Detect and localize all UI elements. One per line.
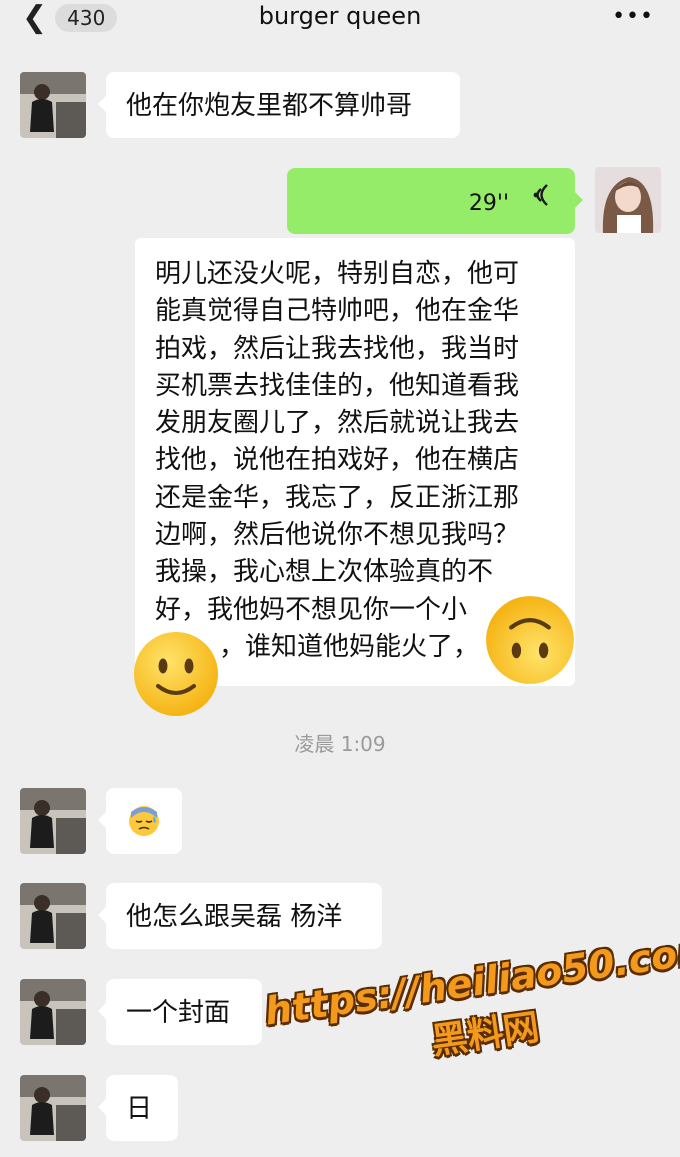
transcript-line: 还是金华，我忘了，反正浙江那: [155, 482, 520, 513]
voice-duration: 29'': [468, 191, 509, 216]
transcript-line: 边啊，然后他说你不想见我吗？: [155, 520, 520, 551]
voice-wave-icon: [533, 184, 548, 206]
self-avatar[interactable]: [595, 167, 661, 233]
chat-title: burger queen: [258, 2, 422, 30]
downcast-sweat-face-icon: [129, 806, 159, 836]
message-bubble[interactable]: 日: [98, 1075, 178, 1141]
message-text: 他在你炮友里都不算帅哥: [126, 91, 413, 121]
transcript-line: 明儿还没火呢，特别自恋，他可: [155, 259, 520, 289]
message-bubble[interactable]: 一个封面: [98, 979, 262, 1045]
transcript-line: 发朋友圈儿了，然后就说让我去: [155, 408, 520, 439]
emoji-message-bubble[interactable]: [98, 788, 182, 854]
message-text: 他怎么跟吴磊 杨洋: [126, 902, 343, 932]
contact-avatar[interactable]: [20, 883, 86, 949]
transcript-line: 买机票去找佳佳的，他知道看我: [155, 370, 520, 401]
contact-avatar[interactable]: [20, 979, 86, 1045]
ellipsis-icon[interactable]: •••: [612, 4, 654, 29]
transcript-line: 找他，说他在拍戏好，他在横店: [155, 445, 520, 476]
transcript-line: 能真觉得自己特帅吧，他在金华: [155, 296, 520, 327]
chat-header: ❮ 430 burger queen •••: [0, 0, 680, 36]
transcript-line: 我操，我心想上次体验真的不: [155, 557, 494, 588]
message-timestamp: 凌晨 1:09: [294, 732, 386, 756]
contact-avatar[interactable]: [20, 788, 86, 854]
upside-down-face-icon: [484, 594, 576, 686]
contact-avatar[interactable]: [20, 1075, 86, 1141]
message-text: 一个封面: [126, 998, 231, 1028]
watermark: https://heiliao50.com 黑料网: [262, 927, 680, 1087]
message-bubble[interactable]: 他在你炮友里都不算帅哥: [98, 72, 460, 138]
transcript-line: 拍戏，然后让我去找他，我当时: [155, 333, 520, 364]
message-bubble[interactable]: 他怎么跟吴磊 杨洋: [98, 883, 382, 949]
voice-message-bubble[interactable]: 29'': [287, 168, 583, 234]
contact-avatar[interactable]: [20, 72, 86, 138]
message-text: 日: [126, 1094, 153, 1124]
slightly-smiling-face-icon: [132, 630, 220, 718]
